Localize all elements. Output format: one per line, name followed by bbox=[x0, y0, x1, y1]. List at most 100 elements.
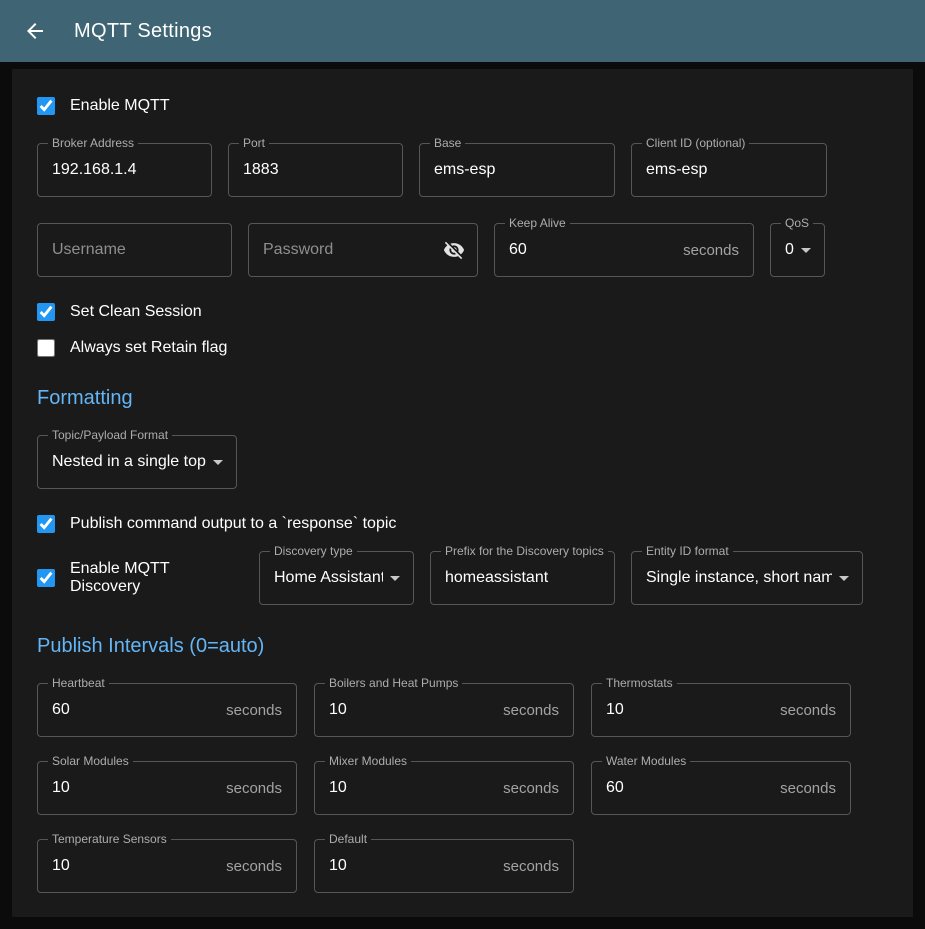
mixer-modules-label: Mixer Modules bbox=[325, 754, 411, 768]
publish-response-checkbox-row[interactable]: Publish command output to a `response` t… bbox=[37, 515, 888, 533]
keep-alive-input[interactable] bbox=[509, 241, 675, 259]
solar-modules-input[interactable] bbox=[52, 779, 218, 797]
qos-select[interactable]: QoS 0 bbox=[770, 223, 825, 277]
broker-address-label: Broker Address bbox=[48, 136, 138, 150]
entity-id-format-label: Entity ID format bbox=[642, 544, 733, 558]
temperature-sensors-label: Temperature Sensors bbox=[48, 832, 171, 846]
discovery-prefix-field: Prefix for the Discovery topics bbox=[430, 551, 615, 605]
enable-discovery-label: Enable MQTT Discovery bbox=[70, 560, 243, 596]
username-field bbox=[37, 223, 232, 277]
heartbeat-label: Heartbeat bbox=[48, 676, 109, 690]
keep-alive-suffix: seconds bbox=[683, 242, 739, 259]
mqtt-settings-panel: Enable MQTT Broker Address Port Base Cli… bbox=[12, 69, 913, 917]
client-id-field: Client ID (optional) bbox=[631, 143, 827, 197]
chevron-down-icon bbox=[832, 566, 856, 590]
intervals-row-2: Solar Modules seconds Mixer Modules seco… bbox=[37, 761, 888, 815]
client-id-input[interactable] bbox=[646, 161, 812, 179]
water-modules-field: Water Modules seconds bbox=[591, 761, 851, 815]
keep-alive-label: Keep Alive bbox=[505, 216, 570, 230]
water-modules-input[interactable] bbox=[606, 779, 772, 797]
base-field: Base bbox=[419, 143, 615, 197]
chevron-down-icon bbox=[794, 238, 818, 262]
seconds-suffix: seconds bbox=[780, 702, 836, 719]
password-field bbox=[248, 223, 478, 277]
temperature-sensors-input[interactable] bbox=[52, 857, 218, 875]
heartbeat-field: Heartbeat seconds bbox=[37, 683, 297, 737]
retain-flag-checkbox-row[interactable]: Always set Retain flag bbox=[37, 339, 888, 357]
solar-modules-field: Solar Modules seconds bbox=[37, 761, 297, 815]
enable-mqtt-checkbox[interactable] bbox=[37, 97, 55, 115]
clean-session-checkbox-row[interactable]: Set Clean Session bbox=[37, 303, 888, 321]
publish-response-checkbox[interactable] bbox=[37, 515, 55, 533]
broker-address-input[interactable] bbox=[52, 161, 197, 179]
port-field: Port bbox=[228, 143, 403, 197]
client-id-label: Client ID (optional) bbox=[642, 136, 749, 150]
solar-modules-label: Solar Modules bbox=[48, 754, 133, 768]
qos-value: 0 bbox=[785, 241, 794, 259]
topic-format-row: Topic/Payload Format Nested in a single … bbox=[37, 435, 888, 489]
broker-address-field: Broker Address bbox=[37, 143, 212, 197]
page-title: MQTT Settings bbox=[74, 20, 212, 43]
back-arrow-icon[interactable] bbox=[22, 18, 48, 44]
base-input[interactable] bbox=[434, 161, 600, 179]
enable-discovery-checkbox-row[interactable]: Enable MQTT Discovery bbox=[37, 560, 243, 596]
discovery-row: Enable MQTT Discovery Discovery type Hom… bbox=[37, 551, 888, 605]
retain-flag-checkbox[interactable] bbox=[37, 339, 55, 357]
publish-response-label: Publish command output to a `response` t… bbox=[70, 515, 396, 533]
chevron-down-icon bbox=[206, 450, 230, 474]
discovery-type-label: Discovery type bbox=[270, 544, 357, 558]
default-interval-field: Default seconds bbox=[314, 839, 574, 893]
password-input[interactable] bbox=[263, 241, 441, 259]
qos-label: QoS bbox=[781, 216, 813, 230]
formatting-heading: Formatting bbox=[37, 387, 888, 410]
clean-session-label: Set Clean Session bbox=[70, 303, 202, 321]
seconds-suffix: seconds bbox=[780, 780, 836, 797]
temperature-sensors-field: Temperature Sensors seconds bbox=[37, 839, 297, 893]
discovery-prefix-label: Prefix for the Discovery topics bbox=[441, 544, 608, 558]
topic-format-value: Nested in a single topic bbox=[52, 453, 206, 471]
seconds-suffix: seconds bbox=[503, 702, 559, 719]
retain-flag-label: Always set Retain flag bbox=[70, 339, 227, 357]
default-interval-input[interactable] bbox=[329, 857, 495, 875]
username-input[interactable] bbox=[52, 241, 217, 259]
visibility-off-icon[interactable] bbox=[441, 237, 467, 263]
keep-alive-field: Keep Alive seconds bbox=[494, 223, 754, 277]
publish-intervals-heading: Publish Intervals (0=auto) bbox=[37, 635, 888, 658]
thermostats-field: Thermostats seconds bbox=[591, 683, 851, 737]
discovery-type-value: Home Assistant bbox=[274, 569, 383, 587]
discovery-type-select[interactable]: Discovery type Home Assistant bbox=[259, 551, 414, 605]
enable-mqtt-checkbox-row[interactable]: Enable MQTT bbox=[37, 97, 888, 115]
enable-discovery-checkbox[interactable] bbox=[37, 569, 55, 587]
boilers-input[interactable] bbox=[329, 701, 495, 719]
thermostats-label: Thermostats bbox=[602, 676, 677, 690]
seconds-suffix: seconds bbox=[503, 780, 559, 797]
seconds-suffix: seconds bbox=[226, 780, 282, 797]
enable-mqtt-label: Enable MQTT bbox=[70, 97, 170, 115]
intervals-row-3: Temperature Sensors seconds Default seco… bbox=[37, 839, 888, 893]
seconds-suffix: seconds bbox=[226, 702, 282, 719]
broker-settings-row: Broker Address Port Base Client ID (opti… bbox=[37, 143, 888, 197]
entity-id-format-select[interactable]: Entity ID format Single instance, short … bbox=[631, 551, 863, 605]
credentials-row: Keep Alive seconds QoS 0 bbox=[37, 223, 888, 277]
clean-session-checkbox[interactable] bbox=[37, 303, 55, 321]
water-modules-label: Water Modules bbox=[602, 754, 690, 768]
mixer-modules-input[interactable] bbox=[329, 779, 495, 797]
intervals-row-1: Heartbeat seconds Boilers and Heat Pumps… bbox=[37, 683, 888, 737]
seconds-suffix: seconds bbox=[226, 858, 282, 875]
boilers-label: Boilers and Heat Pumps bbox=[325, 676, 462, 690]
default-interval-label: Default bbox=[325, 832, 371, 846]
base-label: Base bbox=[430, 136, 465, 150]
thermostats-input[interactable] bbox=[606, 701, 772, 719]
boilers-field: Boilers and Heat Pumps seconds bbox=[314, 683, 574, 737]
seconds-suffix: seconds bbox=[503, 858, 559, 875]
port-input[interactable] bbox=[243, 161, 388, 179]
mixer-modules-field: Mixer Modules seconds bbox=[314, 761, 574, 815]
entity-id-format-value: Single instance, short name bbox=[646, 569, 832, 587]
heartbeat-input[interactable] bbox=[52, 701, 218, 719]
chevron-down-icon bbox=[383, 566, 407, 590]
topic-format-label: Topic/Payload Format bbox=[48, 428, 172, 442]
app-bar: MQTT Settings bbox=[0, 0, 925, 62]
discovery-prefix-input[interactable] bbox=[445, 569, 600, 587]
port-label: Port bbox=[239, 136, 269, 150]
topic-format-select[interactable]: Topic/Payload Format Nested in a single … bbox=[37, 435, 237, 489]
